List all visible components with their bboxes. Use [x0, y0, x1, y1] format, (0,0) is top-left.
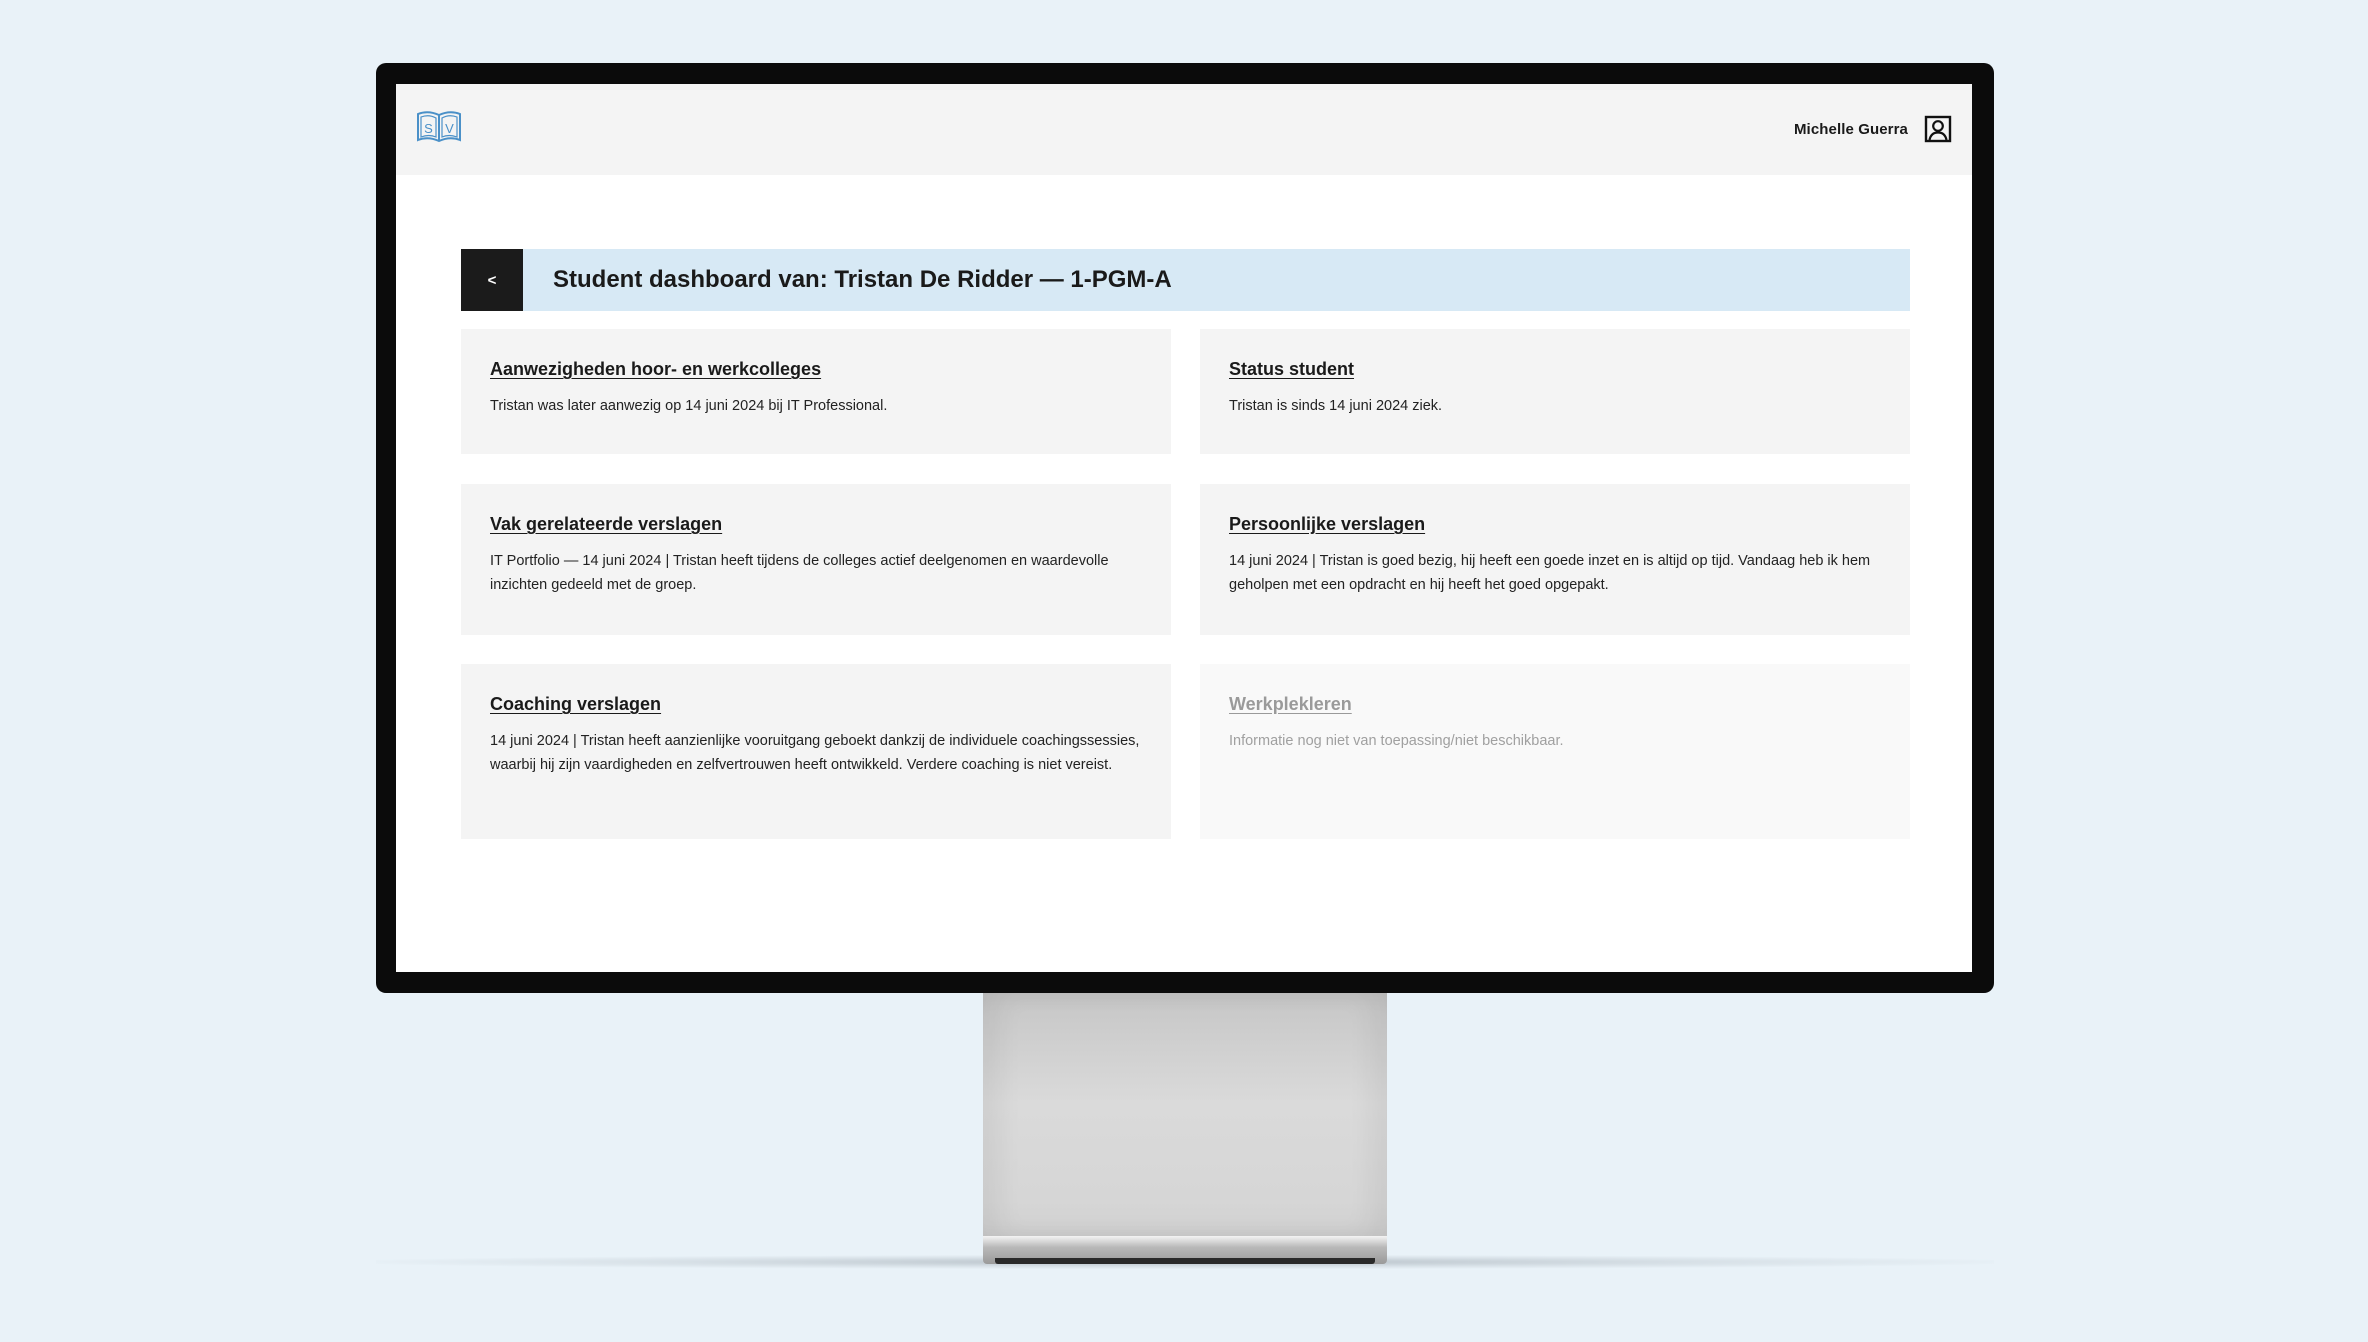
page-title-bar: < Student dashboard van: Tristan De Ridd… [461, 249, 1910, 311]
card-student-status-title[interactable]: Status student [1229, 359, 1354, 380]
back-button[interactable]: < [461, 249, 523, 311]
card-workplace-learning-title: Werkplekleren [1229, 694, 1352, 714]
card-workplace-learning-text: Informatie nog niet van toepassing/niet … [1229, 733, 1564, 749]
logo-letter-s: S [424, 121, 433, 136]
card-course-reports-text: IT Portfolio — 14 juni 2024 | Tristan he… [490, 553, 1109, 593]
app-screen: S V Michelle Guerra < Student dashboard … [396, 84, 1972, 972]
logo-letter-v: V [445, 121, 454, 136]
monitor-bezel: S V Michelle Guerra < Student dashboard … [376, 63, 1994, 993]
card-attendance-title[interactable]: Aanwezigheden hoor- en werkcolleges [490, 359, 821, 380]
card-course-reports: Vak gerelateerde verslagen IT Portfolio … [461, 484, 1171, 635]
top-navigation-bar: S V Michelle Guerra [396, 84, 1972, 175]
card-attendance: Aanwezigheden hoor- en werkcolleges Tris… [461, 329, 1171, 454]
card-coaching-reports-title[interactable]: Coaching verslagen [490, 694, 661, 715]
user-profile-icon[interactable] [1924, 115, 1952, 143]
user-name: Michelle Guerra [1793, 120, 1908, 138]
card-coaching-reports-text: 14 juni 2024 | Tristan heeft aanzienlijk… [490, 733, 1140, 773]
card-coaching-reports: Coaching verslagen 14 juni 2024 | Trista… [461, 664, 1171, 839]
card-personal-reports-title[interactable]: Persoonlijke verslagen [1229, 514, 1425, 535]
open-book-logo-icon[interactable]: S V [416, 109, 462, 145]
card-personal-reports: Persoonlijke verslagen 14 juni 2024 | Tr… [1200, 484, 1910, 635]
card-workplace-learning: Werkplekleren Informatie nog niet van to… [1200, 664, 1910, 839]
card-attendance-text: Tristan was later aanwezig op 14 juni 20… [490, 398, 888, 414]
card-student-status: Status student Tristan is sinds 14 juni … [1200, 329, 1910, 454]
card-course-reports-title[interactable]: Vak gerelateerde verslagen [490, 514, 722, 535]
card-student-status-text: Tristan is sinds 14 juni 2024 ziek. [1229, 398, 1443, 414]
monitor-stand [983, 993, 1387, 1238]
page-title: Student dashboard van: Tristan De Ridder… [553, 266, 1172, 293]
user-menu[interactable]: Michelle Guerra [1794, 114, 1952, 144]
card-personal-reports-text: 14 juni 2024 | Tristan is goed bezig, hi… [1229, 553, 1871, 593]
monitor-stand-base [983, 1236, 1387, 1264]
